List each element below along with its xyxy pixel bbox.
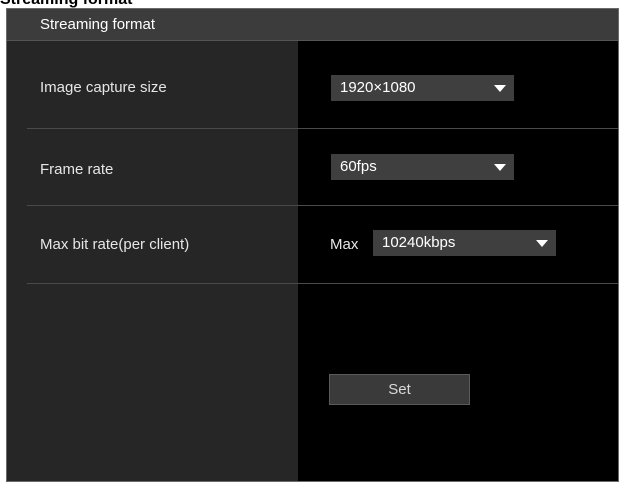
frame-rate-value: 60fps [340, 158, 377, 175]
row-divider [27, 205, 618, 206]
image-capture-size-select[interactable]: 1920×1080 [331, 75, 514, 101]
max-bit-rate-select[interactable]: 10240kbps [373, 230, 556, 256]
max-bit-rate-label: Max bit rate(per client) [40, 236, 190, 253]
panel-title: Streaming format [40, 16, 156, 33]
max-bit-rate-value: 10240kbps [382, 234, 456, 251]
label-column [7, 41, 298, 481]
chevron-down-icon [536, 240, 548, 247]
frame-rate-label: Frame rate [40, 161, 114, 178]
row-divider [27, 128, 618, 129]
chevron-down-icon [494, 164, 506, 171]
chevron-down-icon [494, 85, 506, 92]
streaming-format-panel: Streaming format Image capture size 1920… [6, 8, 619, 482]
image-capture-size-label: Image capture size [40, 79, 167, 96]
set-button[interactable]: Set [329, 374, 470, 405]
image-capture-size-value: 1920×1080 [340, 79, 416, 96]
panel-header: Streaming format [7, 9, 618, 41]
row-divider [27, 283, 618, 284]
max-bit-rate-prefix: Max [330, 236, 359, 253]
frame-rate-select[interactable]: 60fps [331, 154, 514, 180]
